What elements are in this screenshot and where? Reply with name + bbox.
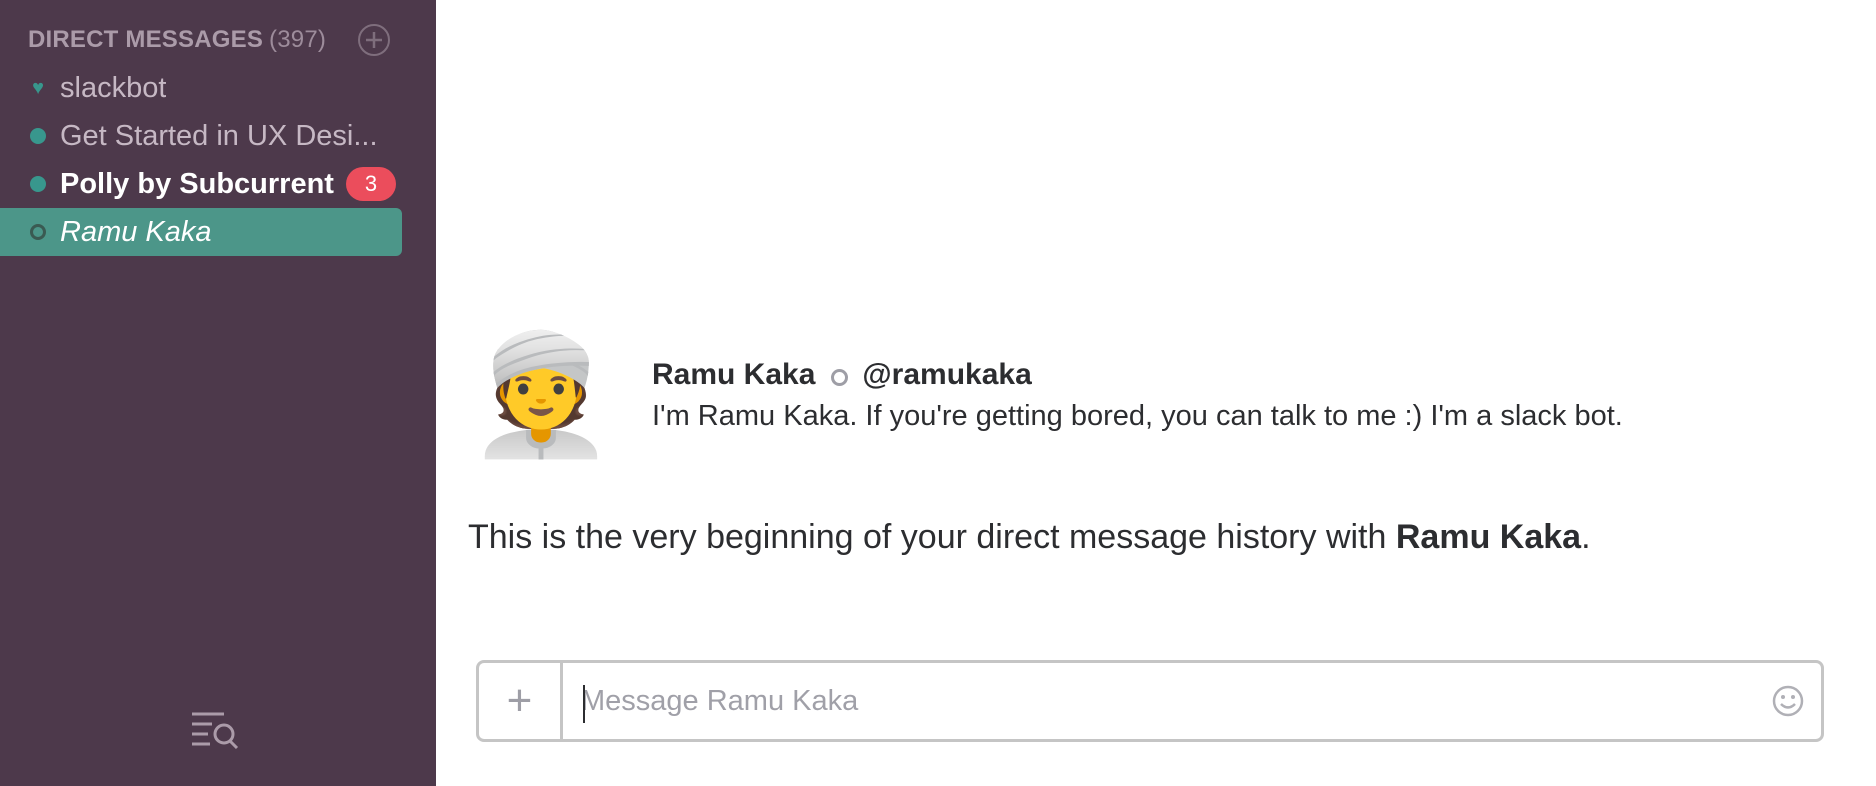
message-pane: 👳 Ramu Kaka @ramukaka I'm Ramu Kaka. If … bbox=[436, 0, 1876, 786]
search-list-icon[interactable] bbox=[190, 710, 242, 750]
direct-messages-title: DIRECT MESSAGES bbox=[28, 26, 264, 53]
online-status-icon bbox=[30, 128, 46, 144]
smiley-svg bbox=[1772, 685, 1804, 717]
dm-item-label: Ramu Kaka bbox=[60, 215, 212, 248]
away-status-icon bbox=[30, 224, 46, 240]
plus-circle-icon[interactable] bbox=[358, 24, 390, 56]
profile-description: I'm Ramu Kaka. If you're getting bored, … bbox=[652, 400, 1623, 432]
history-suffix: . bbox=[1581, 518, 1591, 556]
message-input[interactable] bbox=[563, 663, 1755, 739]
text-caret bbox=[583, 685, 585, 723]
dm-item-get-started[interactable]: Get Started in UX Desi... bbox=[0, 112, 402, 160]
sidebar: DIRECT MESSAGES (397) ♥ slackbot Get Sta… bbox=[0, 0, 436, 786]
dm-item-slackbot[interactable]: ♥ slackbot bbox=[0, 64, 402, 112]
unread-badge: 3 bbox=[345, 167, 396, 201]
profile-intro: 👳 Ramu Kaka @ramukaka I'm Ramu Kaka. If … bbox=[468, 320, 1623, 470]
dm-item-polly[interactable]: Polly by Subcurrent 3 bbox=[0, 160, 402, 208]
plus-icon bbox=[366, 32, 382, 48]
profile-name-line: Ramu Kaka @ramukaka bbox=[652, 358, 1623, 392]
dm-item-label: slackbot bbox=[60, 71, 167, 104]
dm-item-label: Polly by Subcurrent bbox=[60, 167, 334, 200]
heart-icon: ♥ bbox=[32, 76, 44, 99]
dm-list: ♥ slackbot Get Started in UX Desi... Pol… bbox=[0, 64, 402, 256]
profile-handle[interactable]: @ramukaka bbox=[862, 358, 1031, 392]
message-composer: + bbox=[476, 660, 1824, 742]
online-status-icon bbox=[30, 176, 46, 192]
search-list-svg bbox=[192, 712, 239, 750]
history-prefix: This is the very beginning of your direc… bbox=[468, 518, 1396, 556]
smiley-icon[interactable] bbox=[1755, 663, 1821, 739]
dm-item-label: Get Started in UX Desi... bbox=[60, 119, 378, 152]
profile-name[interactable]: Ramu Kaka bbox=[652, 358, 815, 392]
history-name: Ramu Kaka bbox=[1395, 518, 1582, 556]
avatar[interactable]: 👳 bbox=[468, 320, 615, 470]
direct-messages-count: (397) bbox=[269, 26, 327, 53]
away-status-icon bbox=[831, 368, 849, 386]
dm-item-ramu-kaka[interactable]: Ramu Kaka bbox=[0, 208, 402, 256]
history-start-text: This is the very beginning of your direc… bbox=[468, 518, 1591, 557]
attach-plus-button[interactable]: + bbox=[479, 663, 563, 739]
profile-info: Ramu Kaka @ramukaka I'm Ramu Kaka. If yo… bbox=[652, 358, 1623, 433]
slack-app: DIRECT MESSAGES (397) ♥ slackbot Get Sta… bbox=[0, 0, 1876, 786]
direct-messages-header[interactable]: DIRECT MESSAGES (397) bbox=[28, 22, 326, 58]
